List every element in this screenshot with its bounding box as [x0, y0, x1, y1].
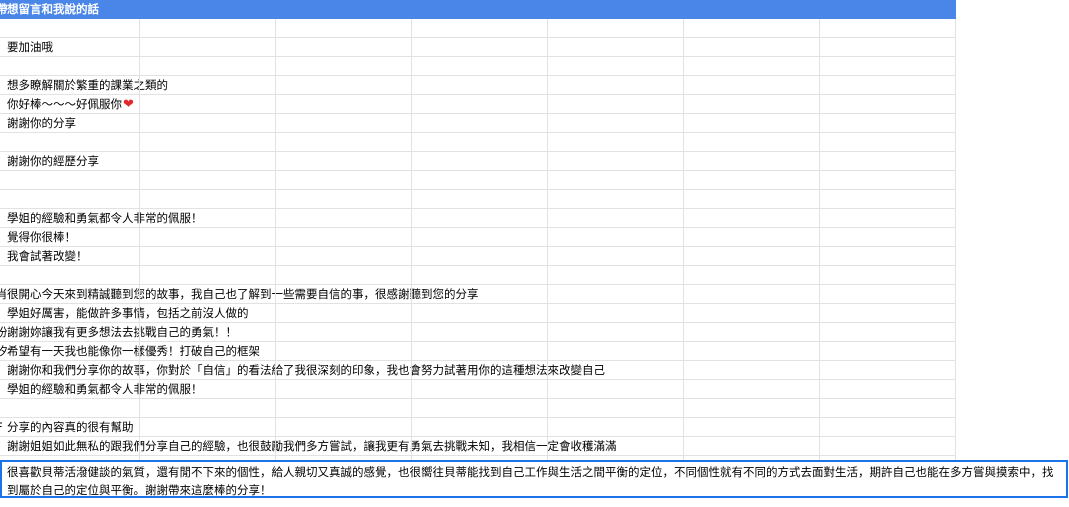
cell-text: 學姐的經驗和勇氣都令人非常的佩服！ [7, 382, 203, 396]
bottom-strip [0, 498, 956, 507]
column-header-title: 想留言和我說的話 [7, 2, 99, 16]
cell-text: 要加油哦 [7, 40, 53, 54]
column-gridline [683, 19, 684, 507]
table-row[interactable]: 學姐的經驗和勇氣都令人非常的佩服！ [0, 209, 956, 228]
cell-text: 我會試著改變！ [7, 249, 88, 263]
table-row[interactable]: 肖很開心今天來到精誠聽到您的故事，我自己也了解到一些需要自信的事，很感謝聽到您的… [0, 285, 956, 304]
table-row[interactable]: 汐希望有一天我也能像你一樣優秀！打破自己的框架 [0, 342, 956, 361]
spreadsheet-grid: 帶 想留言和我說的話 要加油哦 想多瞭解關於繁重的課業之類的 你好棒～～～好佩服你 ❤… [0, 0, 956, 507]
cell-text: 謝謝妳讓我有更多想法去挑戰自己的勇氣！！ [7, 325, 237, 339]
table-row[interactable]: 學姐的經驗和勇氣都令人非常的佩服！ [0, 380, 956, 399]
cell-text: 覺得你很棒！ [7, 230, 76, 244]
table-row[interactable]: 謝謝你和我們分享你的故事，你對於「自信」的看法給了我很深刻的印象，我也會努力試著… [0, 361, 956, 380]
table-row[interactable] [0, 399, 956, 418]
table-row[interactable]: 想多瞭解關於繁重的課業之類的 [0, 76, 956, 95]
table-row[interactable] [0, 133, 956, 152]
overflow-edge-text: F [0, 418, 3, 437]
cell-text: 謝謝姐姐如此無私的跟我們分享自己的經驗，也很鼓勵我們多方嘗試，讓我更有勇氣去挑戰… [7, 439, 617, 453]
table-row[interactable] [0, 57, 956, 76]
column-gridline [547, 19, 548, 507]
cell-text: 學姐的經驗和勇氣都令人非常的佩服！ [7, 211, 203, 225]
table-row[interactable]: F 分享的內容真的很有幫助 [0, 418, 956, 437]
cell-text: 想多瞭解關於繁重的課業之類的 [7, 78, 168, 92]
table-row[interactable] [0, 171, 956, 190]
table-row[interactable] [0, 266, 956, 285]
table-row[interactable]: 學姐好厲害，能做許多事情，包括之前沒人做的 [0, 304, 956, 323]
empty-canvas-area [956, 0, 1069, 507]
table-row[interactable]: 謝謝你的經歷分享 [0, 152, 956, 171]
column-gridline [139, 19, 140, 507]
table-row[interactable] [0, 190, 956, 209]
cell-text: 謝謝你和我們分享你的故事，你對於「自信」的看法給了我很深刻的印象，我也會努力試著… [7, 363, 605, 377]
cell-text: 分享的內容真的很有幫助 [7, 420, 134, 434]
table-row[interactable]: 覺得你很棒！ [0, 228, 956, 247]
column-gridline [411, 19, 412, 507]
column-gridline [275, 19, 276, 507]
cell-text: 謝謝你的經歷分享 [7, 154, 99, 168]
table-row[interactable]: 我會試著改變！ [0, 247, 956, 266]
cell-text: 很開心今天來到精誠聽到您的故事，我自己也了解到一些需要自信的事，很感謝聽到您的分… [7, 287, 479, 301]
selected-cell[interactable]: 很喜歡貝蒂活潑健談的氣質，還有閒不下來的個性，給人親切又真誠的感覺，也很嚮往貝蒂… [0, 460, 1068, 498]
cell-text: 希望有一天我也能像你一樣優秀！打破自己的框架 [7, 344, 260, 358]
table-row[interactable]: 要加油哦 [0, 38, 956, 57]
table-row[interactable]: 謝謝你的分享 [0, 114, 956, 133]
table-row[interactable]: 謝謝姐姐如此無私的跟我們分享自己的經驗，也很鼓勵我們多方嘗試，讓我更有勇氣去挑戰… [0, 437, 956, 456]
cell-text: 學姐好厲害，能做許多事情，包括之前沒人做的 [7, 306, 249, 320]
cell-text: 謝謝你的分享 [7, 116, 76, 130]
column-gridline [819, 19, 820, 507]
table-row[interactable] [0, 19, 956, 38]
table-row[interactable]: 汾謝謝妳讓我有更多想法去挑戰自己的勇氣！！ [0, 323, 956, 342]
table-row[interactable]: 你好棒～～～好佩服你 ❤ [0, 95, 956, 114]
heart-icon: ❤ [123, 97, 134, 112]
cell-text: 你好棒～～～好佩服你 [7, 97, 122, 111]
selected-cell-text: 很喜歡貝蒂活潑健談的氣質，還有閒不下來的個性，給人親切又真誠的感覺，也很嚮往貝蒂… [7, 465, 1054, 497]
header-row[interactable]: 帶 想留言和我說的話 [0, 0, 956, 19]
